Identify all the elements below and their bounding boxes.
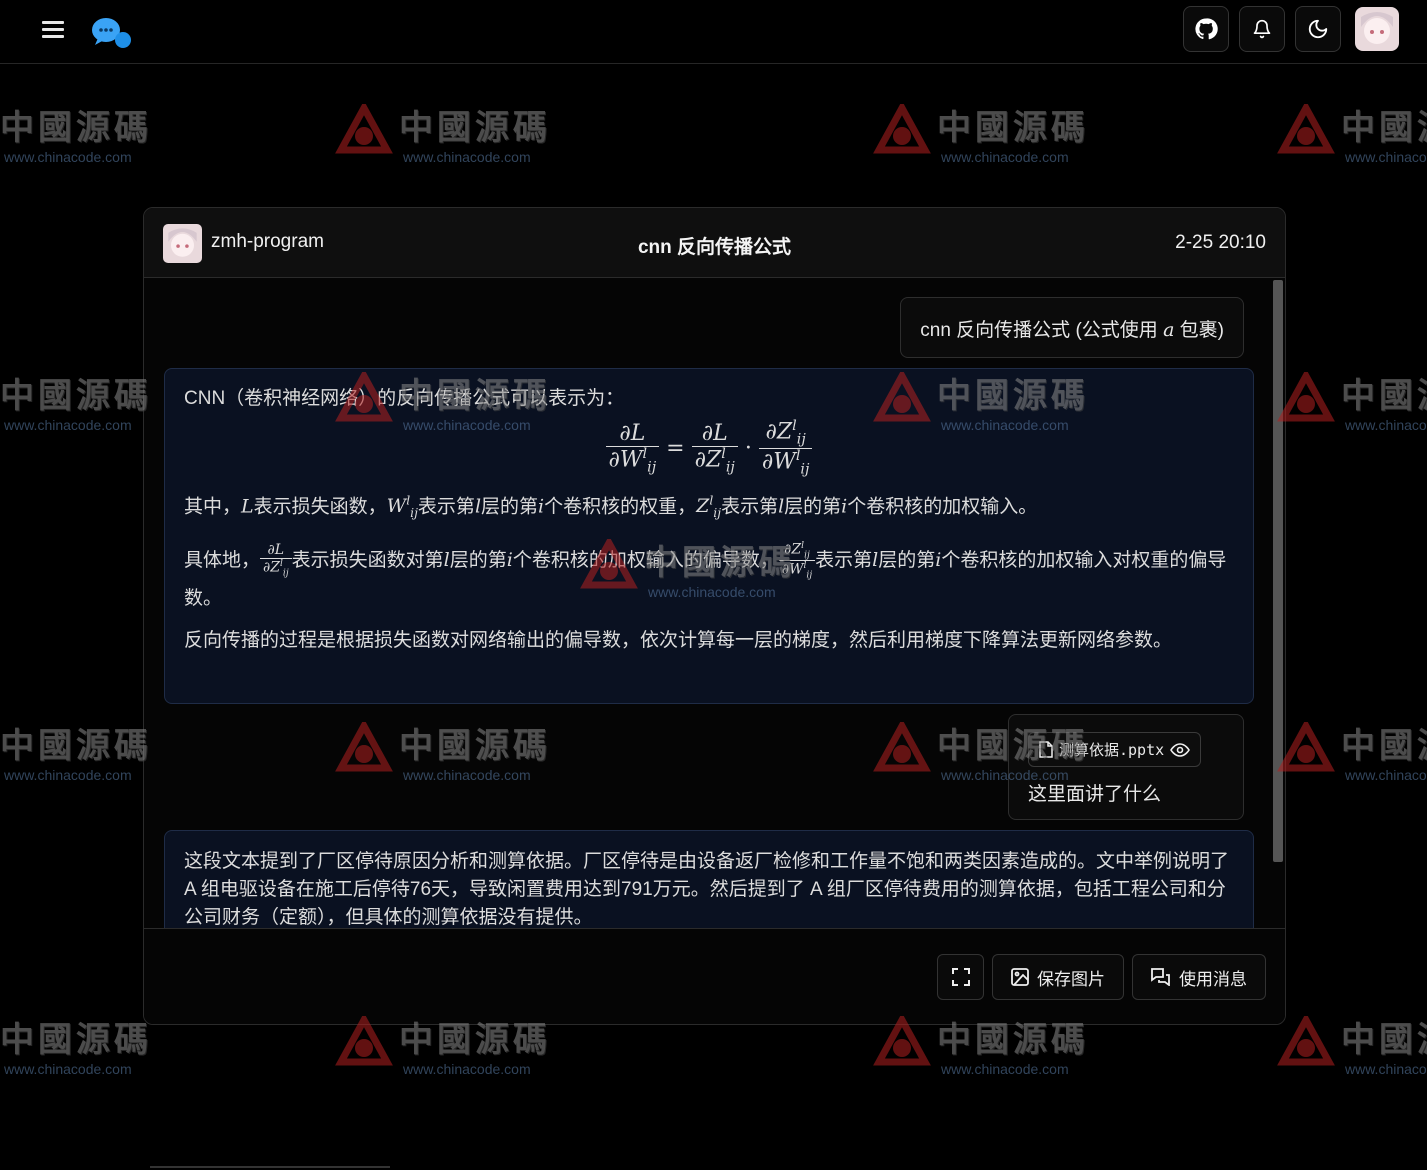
github-icon [1195, 18, 1218, 40]
message-icon [1151, 968, 1170, 986]
watermark: 中國源碼www.chinacode.com [1277, 100, 1427, 165]
intro-text: CNN（卷积神经网络）的反向传播公式可以表示为： [184, 388, 625, 409]
github-button[interactable] [1183, 6, 1229, 52]
card-footer: 保存图片 使用消息 [144, 928, 1285, 1024]
use-message-button[interactable]: 使用消息 [1132, 954, 1266, 1000]
message-list[interactable]: cnn 反向传播公式 (公式使用 a 包裹) CNN（卷积神经网络）的反向传播公… [144, 278, 1274, 928]
paragraph: 反向传播的过程是根据损失函数对网络输出的偏导数，依次计算每一层的梯度，然后利用梯… [184, 629, 1173, 651]
watermark-logo-icon [335, 103, 393, 153]
image-icon [1011, 968, 1029, 986]
moon-icon [1308, 19, 1328, 39]
chat-share-card: zmh-program cnn 反向传播公式 2-25 20:10 cnn 反向… [143, 207, 1286, 1025]
scrollbar[interactable] [1273, 280, 1283, 862]
top-bar [0, 0, 1427, 64]
attachment-chip[interactable]: 测算依据.pptx [1028, 732, 1202, 767]
divider [150, 1166, 390, 1168]
watermark: 中國源碼www.chinacode.com [335, 100, 551, 165]
attachment-name: 测算依据.pptx [1059, 741, 1165, 759]
message-text: cnn 反向传播公式 (公式使用 [920, 320, 1164, 341]
assistant-message: 这段文本提到了厂区停待原因分析和测算依据。厂区停待是由设备返厂检修和工作量不饱和… [164, 830, 1254, 928]
watermark: 中國源碼www.chinacode.com [0, 1020, 152, 1077]
user-avatar[interactable] [1355, 7, 1399, 51]
watermark: 中國源碼www.chinacode.com [873, 100, 1089, 165]
watermark-logo-icon [1277, 1015, 1335, 1065]
paragraph: 具体地， ∂L ∂Zlij 表示损失函数对第l层的第i个卷积核的加权输入的偏导数， ∂Z… [184, 541, 1227, 609]
user-message: 测算依据.pptx 这里面讲了什么 [1008, 714, 1244, 820]
file-icon [1039, 741, 1053, 758]
message-text: 包裹) [1174, 320, 1224, 341]
watermark: 中國源碼www.chinacode.com [0, 108, 152, 165]
card-header: zmh-program cnn 反向传播公式 2-25 20:10 [144, 208, 1285, 278]
user-message: cnn 反向传播公式 (公式使用 a 包裹) [900, 297, 1244, 358]
formula-block: ∂L ∂Wlij = ∂L ∂Zlij · ∂Zlij ∂Wlij [184, 418, 1234, 479]
conversation-title: cnn 反向传播公式 [637, 237, 792, 258]
watermark-logo-icon [873, 103, 931, 153]
hamburger-menu-icon[interactable] [38, 17, 68, 43]
theme-toggle-button[interactable] [1295, 6, 1341, 52]
chat-bubbles-logo-icon[interactable] [90, 14, 134, 50]
paragraph: 其中，L表示损失函数，Wlij表示第l层的第i个卷积核的权重，Zlij表示第l层… [184, 493, 1038, 520]
notification-button[interactable] [1239, 6, 1285, 52]
fullscreen-button[interactable] [937, 954, 984, 1000]
eye-icon[interactable] [1170, 742, 1191, 757]
fullscreen-icon [951, 968, 970, 986]
save-image-button[interactable]: 保存图片 [992, 954, 1124, 1000]
paragraph: 这段文本提到了厂区停待原因分析和测算依据。厂区停待是由设备返厂检修和工作量不饱和… [184, 851, 1230, 928]
watermark-logo-icon [1277, 103, 1335, 153]
watermark: 中國源碼www.chinacode.com [0, 376, 152, 433]
watermark: 中國源碼www.chinacode.com [1277, 718, 1427, 783]
message-text: 这里面讲了什么 [1028, 784, 1162, 805]
watermark: 中國源碼www.chinacode.com [1277, 368, 1427, 433]
assistant-message: CNN（卷积神经网络）的反向传播公式可以表示为： ∂L ∂Wlij = ∂L ∂Zl… [164, 368, 1254, 704]
math-inline: a [1163, 319, 1175, 341]
watermark: 中國源碼www.chinacode.com [1277, 1012, 1427, 1077]
button-label: 使用消息 [1179, 969, 1247, 989]
button-label: 保存图片 [1037, 969, 1105, 989]
bell-icon [1253, 19, 1271, 39]
watermark: 中國源碼www.chinacode.com [0, 726, 152, 783]
timestamp: 2-25 20:10 [1175, 232, 1266, 253]
